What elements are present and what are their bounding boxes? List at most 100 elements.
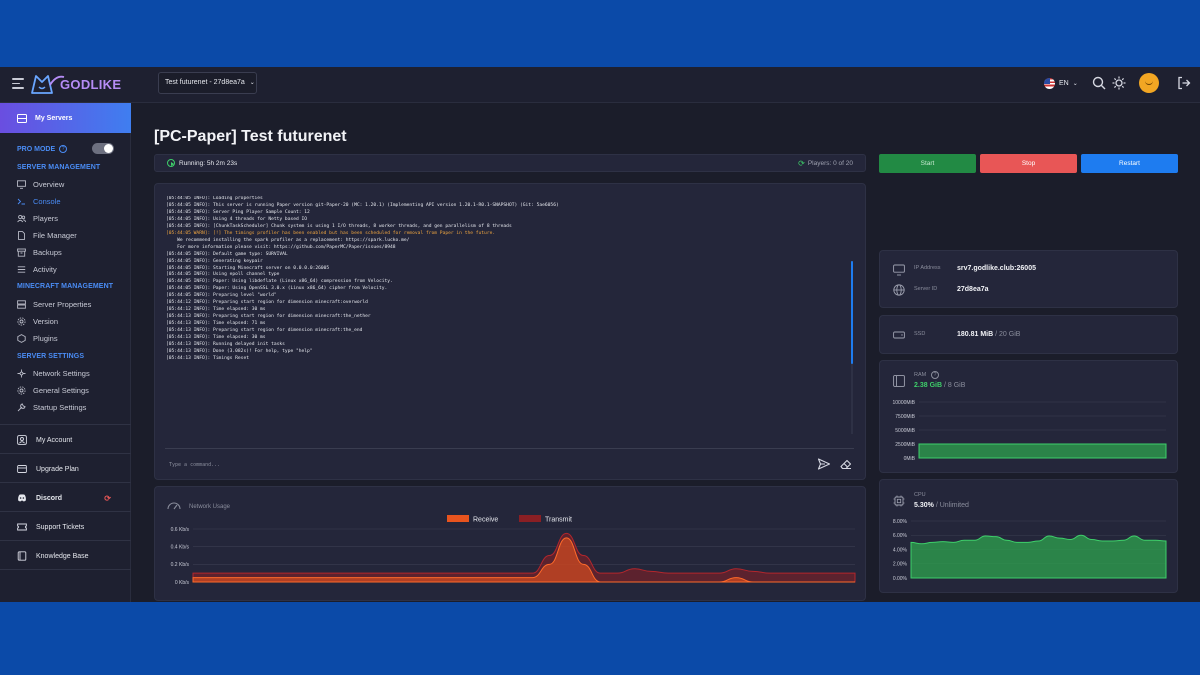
server-icon [17,299,26,309]
sidebar-link-upgrade-plan[interactable]: Upgrade Plan [17,463,127,475]
network-icon [17,369,26,378]
y-tick-label: 6.00% [893,533,908,539]
console-line: [05:44:05 INFO]: Using 4 threads for Net… [166,216,308,222]
console-panel: [05:44:05 INFO]: Loading properties [05:4… [154,183,866,480]
pro-mode-toggle[interactable] [92,143,114,154]
divider [0,482,131,483]
y-tick-label: 5000MiB [895,428,915,434]
sidebar-item-activity[interactable]: Activity [17,263,127,275]
language-select[interactable]: EN ⌄ [1044,77,1078,89]
sidebar-item-server-properties[interactable]: Server Properties [17,298,127,310]
gear-icon [17,316,26,326]
sidebar-item-startup-settings[interactable]: Startup Settings [17,401,127,413]
chevron-down-icon: ⌄ [249,80,255,86]
search-icon[interactable] [1091,75,1107,91]
divider [0,569,131,570]
uptime: 5h 2m 23s [206,159,238,167]
console-line: For more information please visit: https… [166,244,396,250]
y-tick-label: 0.6 Kb/s [171,527,190,533]
sidebar-link-knowledge-base[interactable]: Knowledge Base [17,550,127,562]
start-button[interactable]: Start [879,154,976,173]
status-prefix: Running: [179,159,206,167]
ssd-used: 180.81 MiB [957,331,994,338]
account-icon [17,435,27,445]
sidebar-item-label: Server Properties [33,299,92,309]
speedometer-icon [167,502,181,510]
plugin-icon [17,333,26,343]
file-icon [17,230,26,240]
console-line: [05:44:05 INFO]: This server is running … [166,202,559,208]
sidebar-item-version[interactable]: Version [17,315,127,327]
divider [0,540,131,541]
ram-card: RAM ? 2.38 GiB / 8 GiB 10000MiB 7500MiB 50… [879,360,1178,473]
sidebar-link-label: Support Tickets [36,523,85,531]
cpu-usage-area [910,534,1167,579]
sidebar-link-label: My Account [36,436,73,444]
scrollbar-thumb[interactable] [851,261,853,364]
upgrade-icon [17,464,27,474]
discord-icon [17,493,27,503]
gear-icon [17,385,26,395]
eraser-icon[interactable] [839,457,853,471]
sidebar-link-my-account[interactable]: My Account [17,434,127,446]
legend-swatch-transmit [519,515,541,522]
sidebar-item-label: Console [33,196,61,206]
sidebar: My Servers PRO MODE ? SERVER MANAGEMENT … [0,103,131,602]
user-avatar[interactable] [1139,73,1159,93]
sidebar-link-discord[interactable]: Discord ⟳ [17,492,127,504]
section-title-minecraft-management: MINECRAFT MANAGEMENT [17,283,114,290]
sun-icon[interactable] [1111,75,1127,91]
help-icon[interactable]: ? [59,145,68,153]
ram-chart: 10000MiB 7500MiB 5000MiB 2500MiB 0MiB [892,400,1167,462]
sidebar-link-support-tickets[interactable]: Support Tickets [17,521,127,533]
player-count-label: Players: 0 of 20 [807,159,853,167]
drive-icon [893,331,905,339]
top-bar: GODLIKE Test futurenet - 27d8ea7a ⌄ EN ⌄ [0,67,1200,103]
refresh-icon[interactable]: ⟳ [798,159,805,168]
ssd-total: / 20 GiB [995,331,1021,338]
y-tick-label: 0.2 Kb/s [171,562,190,568]
console-scrollbar[interactable] [851,261,853,434]
menu-icon[interactable] [12,78,24,89]
console-line: [05:44:05 INFO]: [ChunkTaskScheduler] Ch… [166,223,512,229]
sidebar-link-label: Knowledge Base [36,552,89,560]
network-usage-title: Network Usage [189,504,231,510]
book-icon [17,551,27,561]
stop-button[interactable]: Stop [980,154,1077,173]
sidebar-item-my-servers[interactable]: My Servers [0,103,131,133]
sidebar-item-backups[interactable]: Backups [17,246,127,258]
sidebar-item-label: Network Settings [33,368,90,378]
command-input[interactable] [169,460,769,470]
send-icon[interactable] [817,457,831,471]
y-tick-label: 2.00% [893,562,908,568]
console-output: [05:44:05 INFO]: Loading properties [05:4… [166,196,846,364]
divider [0,453,131,454]
logout-icon[interactable] [1176,75,1192,91]
globe-icon [893,284,905,296]
server-select[interactable]: Test futurenet - 27d8ea7a ⌄ [158,72,257,94]
sidebar-item-label: Activity [33,264,57,274]
console-line: [05:44:05 INFO]: Loading properties [166,196,263,201]
server-id-value[interactable]: 27d8ea7a [957,286,989,293]
restart-button[interactable]: Restart [1081,154,1178,173]
sidebar-item-label: My Servers [35,114,73,122]
running-status: Running: 5h 2m 23s [179,160,237,167]
sidebar-item-console[interactable]: Console [17,195,127,207]
network-usage-chart: Network Usage Receive Transmit 0.6 Kb/s 0… [167,502,856,586]
sidebar-item-network-settings[interactable]: Network Settings [17,367,127,379]
ip-value[interactable]: srv7.godlike.club:26005 [957,265,1036,272]
y-tick-label: 0.00% [893,576,908,582]
y-tick-label: 0.4 Kb/s [171,544,190,550]
sidebar-link-label: Upgrade Plan [36,465,79,473]
sidebar-item-plugins[interactable]: Plugins [17,332,127,344]
server-select-label: Test futurenet - 27d8ea7a [165,79,245,86]
monitor-icon [893,264,905,276]
sidebar-item-label: Version [33,316,59,326]
sidebar-item-label: General Settings [33,385,89,395]
sidebar-item-general-settings[interactable]: General Settings [17,384,127,396]
sidebar-item-file-manager[interactable]: File Manager [17,229,127,241]
sidebar-item-label: Overview [33,179,65,189]
sidebar-item-players[interactable]: Players [17,212,127,224]
sidebar-item-overview[interactable]: Overview [17,178,127,190]
ssd-card: SSD 180.81 MiB / 20 GiB [879,315,1178,354]
